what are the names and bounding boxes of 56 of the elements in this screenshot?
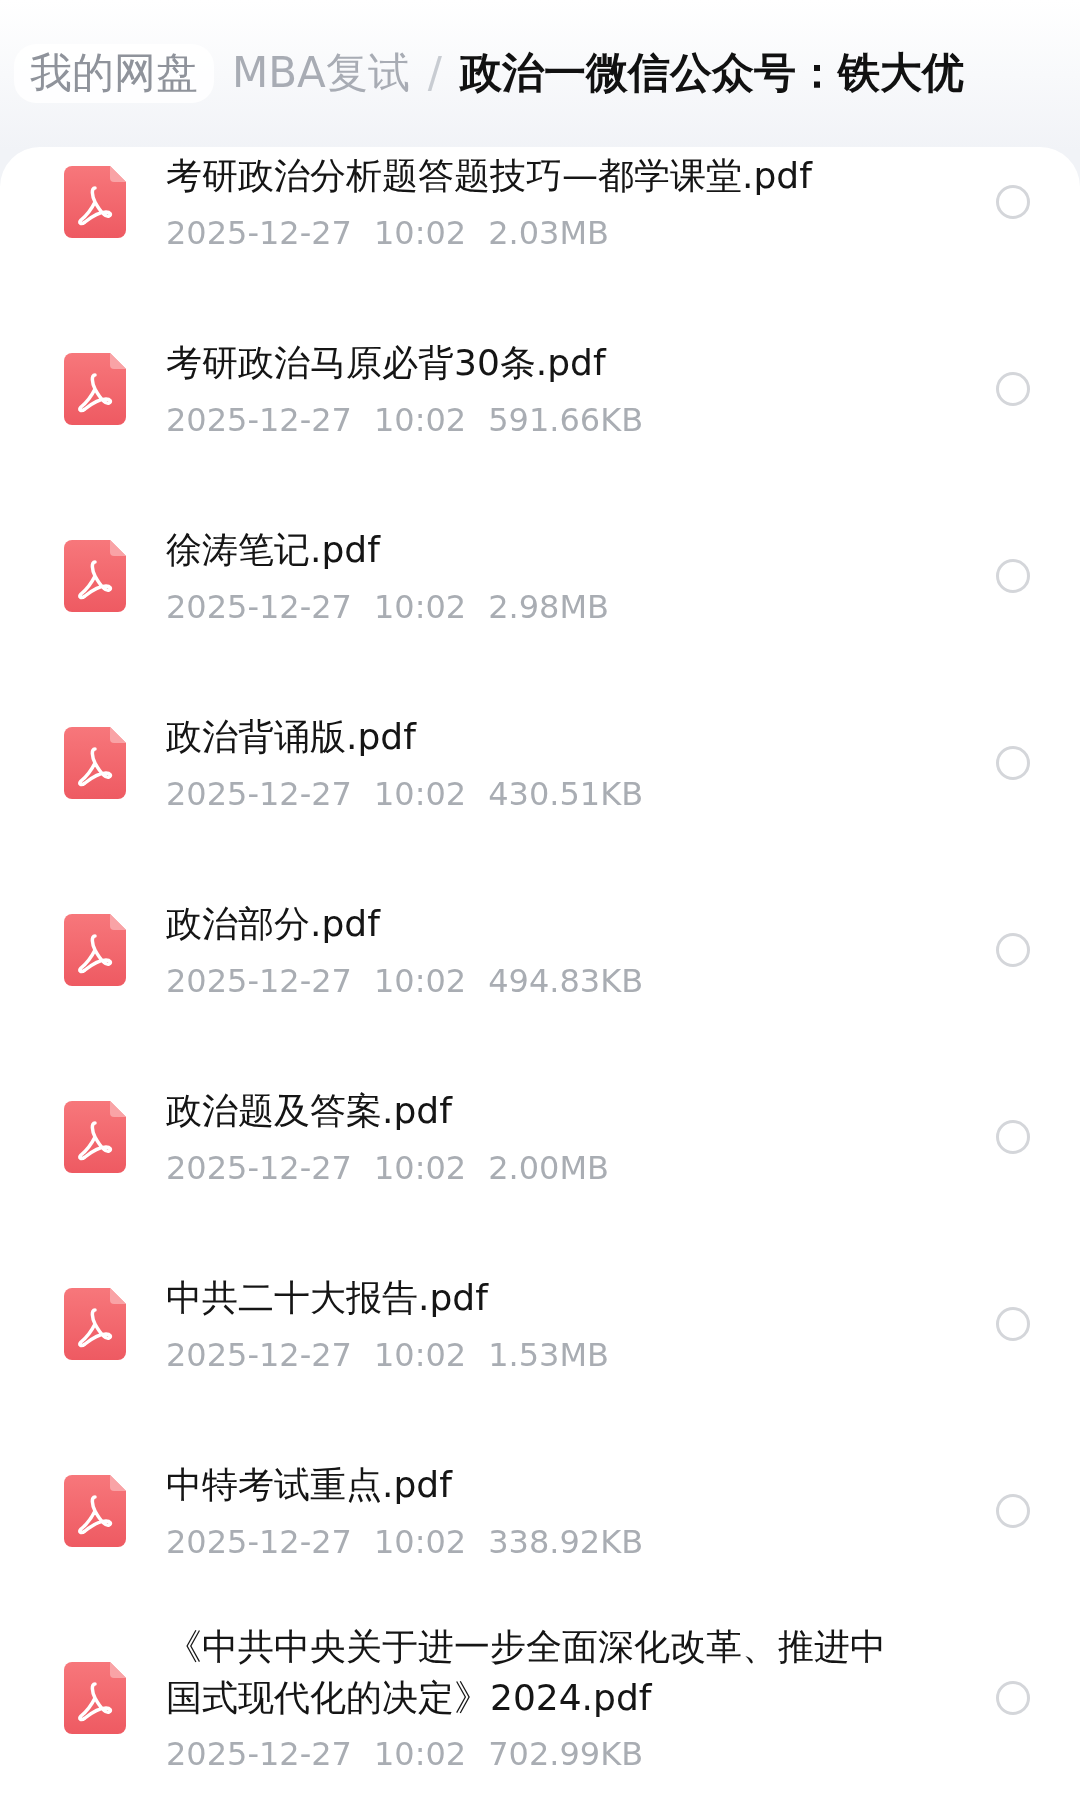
pdf-file-icon xyxy=(64,539,126,612)
pdf-file-icon xyxy=(64,1100,126,1173)
file-size: 2.03MB xyxy=(488,213,609,252)
pdf-file-icon xyxy=(64,352,126,425)
file-size: 702.99KB xyxy=(488,1734,644,1773)
file-time: 10:02 xyxy=(373,1522,467,1561)
file-date: 2025-12-27 xyxy=(166,1734,352,1773)
select-radio[interactable] xyxy=(996,184,1030,219)
file-date: 2025-12-27 xyxy=(166,1335,352,1374)
pdf-file-icon xyxy=(64,165,126,238)
select-radio[interactable] xyxy=(996,745,1030,780)
file-date: 2025-12-27 xyxy=(166,1522,352,1561)
file-name[interactable]: 中共二十大报告.pdf xyxy=(166,1273,906,1324)
breadcrumb-separator: / xyxy=(427,48,442,99)
file-date: 2025-12-27 xyxy=(166,961,352,1000)
pdf-file-icon xyxy=(64,1661,126,1734)
file-size: 2.00MB xyxy=(488,1148,609,1187)
pdf-file-icon xyxy=(64,1474,126,1547)
file-time: 10:02 xyxy=(373,1335,467,1374)
file-size: 1.53MB xyxy=(488,1335,609,1374)
file-size: 338.92KB xyxy=(488,1522,644,1561)
pdf-file-icon xyxy=(64,913,126,986)
file-name[interactable]: 《中共中央关于进一步全面深化改革、推进中国式现代化的决定》2024.pdf xyxy=(166,1622,906,1723)
file-name[interactable]: 徐涛笔记.pdf xyxy=(166,525,906,576)
file-size: 430.51KB xyxy=(488,774,644,813)
file-date: 2025-12-27 xyxy=(166,1148,352,1187)
file-date: 2025-12-27 xyxy=(166,213,352,252)
file-time: 10:02 xyxy=(373,400,467,439)
file-time: 10:02 xyxy=(373,1148,467,1187)
select-radio[interactable] xyxy=(996,1493,1030,1528)
file-time: 10:02 xyxy=(373,774,467,813)
select-radio[interactable] xyxy=(996,558,1030,593)
pdf-file-icon xyxy=(64,1287,126,1360)
file-date: 2025-12-27 xyxy=(166,774,352,813)
file-name[interactable]: 政治部分.pdf xyxy=(166,899,906,950)
file-size: 494.83KB xyxy=(488,961,644,1000)
file-name[interactable]: 中特考试重点.pdf xyxy=(166,1460,906,1511)
file-time: 10:02 xyxy=(373,1734,467,1773)
file-time: 10:02 xyxy=(373,587,467,626)
select-radio[interactable] xyxy=(996,1119,1030,1154)
file-size: 2.98MB xyxy=(488,587,609,626)
file-name[interactable]: 考研政治马原必背30条.pdf xyxy=(166,338,906,389)
file-date: 2025-12-27 xyxy=(166,400,352,439)
file-name[interactable]: 考研政治分析题答题技巧—都学课堂.pdf xyxy=(166,151,906,202)
pdf-file-icon xyxy=(64,726,126,799)
select-radio[interactable] xyxy=(996,371,1030,406)
file-size: 591.66KB xyxy=(488,400,644,439)
current-folder-title: 政治一微信公众号：铁大优 xyxy=(459,48,964,99)
file-name[interactable]: 政治题及答案.pdf xyxy=(166,1086,906,1137)
file-time: 10:02 xyxy=(373,961,467,1000)
select-radio[interactable] xyxy=(996,1680,1030,1715)
select-radio[interactable] xyxy=(996,1306,1030,1341)
file-name[interactable]: 政治背诵版.pdf xyxy=(166,712,906,763)
file-date: 2025-12-27 xyxy=(166,587,352,626)
select-radio[interactable] xyxy=(996,932,1030,967)
file-time: 10:02 xyxy=(373,213,467,252)
